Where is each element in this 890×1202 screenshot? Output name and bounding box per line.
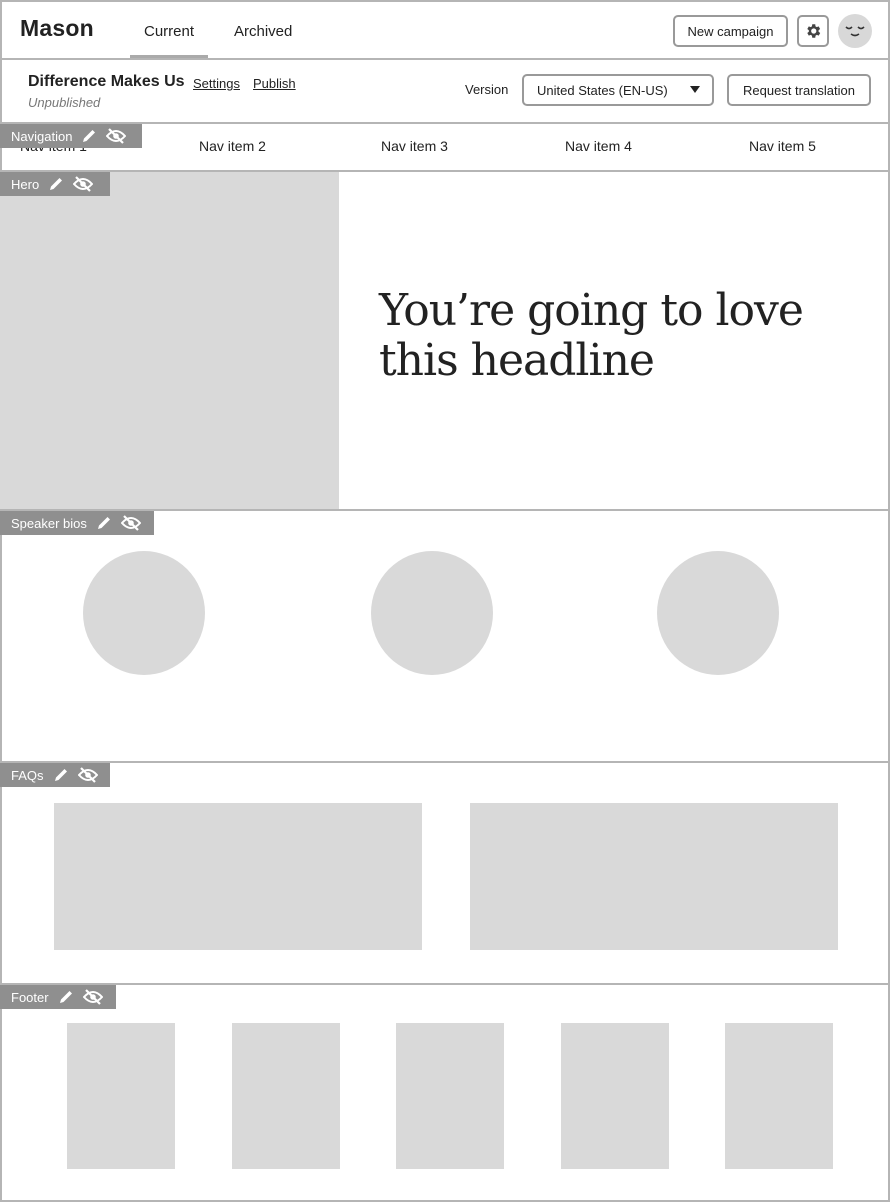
eye-off-icon[interactable] — [82, 989, 103, 1005]
eye-off-icon[interactable] — [120, 515, 141, 531]
user-avatar[interactable] — [838, 14, 872, 48]
eye-off-icon[interactable] — [106, 128, 127, 144]
nav-item-2[interactable]: Nav item 2 — [199, 138, 266, 154]
speaker-bio-placeholder — [371, 551, 493, 675]
hero-section: Hero You’re going to love this headline — [0, 172, 890, 511]
top-bar: Mason Current Archived New campaign — [0, 0, 890, 60]
gear-icon — [807, 24, 821, 38]
footer-column-placeholder — [67, 1023, 175, 1169]
pencil-icon[interactable] — [81, 128, 97, 144]
section-tag-label: Hero — [11, 176, 40, 192]
pencil-icon[interactable] — [53, 767, 69, 783]
section-tag-label: Footer — [11, 989, 49, 1005]
footer-column-placeholder — [396, 1023, 504, 1169]
section-tag-faqs: FAQs — [0, 763, 110, 787]
active-tab-indicator — [130, 55, 208, 58]
footer-column-placeholder — [561, 1023, 669, 1169]
nav-item-5[interactable]: Nav item 5 — [749, 138, 816, 154]
speaker-bio-placeholder — [657, 551, 779, 675]
campaign-bar: Difference Makes Us Settings Publish Unp… — [0, 60, 890, 124]
faq-placeholder — [470, 803, 838, 950]
tab-current[interactable]: Current — [144, 23, 194, 40]
section-tag-label: Navigation — [11, 128, 73, 144]
request-translation-button[interactable]: Request translation — [727, 74, 871, 106]
footer-column-placeholder — [232, 1023, 340, 1169]
nav-item-3[interactable]: Nav item 3 — [381, 138, 448, 154]
campaign-status: Unpublished — [28, 95, 101, 110]
caret-down-icon — [690, 86, 700, 93]
pencil-icon[interactable] — [48, 176, 64, 192]
section-tag-label: FAQs — [11, 767, 44, 783]
campaign-title: Difference Makes Us — [28, 73, 185, 90]
speaker-bio-placeholder — [83, 551, 205, 675]
speaker-bios-section: Speaker bios — [0, 511, 890, 763]
pencil-icon[interactable] — [58, 989, 74, 1005]
new-campaign-button[interactable]: New campaign — [673, 15, 788, 47]
version-select-value: United States (EN-US) — [537, 82, 668, 98]
section-tag-speaker-bios: Speaker bios — [0, 511, 154, 535]
settings-button[interactable] — [797, 15, 829, 47]
eye-off-icon[interactable] — [77, 767, 98, 783]
nav-item-4[interactable]: Nav item 4 — [565, 138, 632, 154]
faq-placeholder — [54, 803, 422, 950]
navigation-section: Navigation Nav item 1 Nav item 2 Nav ite… — [0, 124, 890, 172]
hero-image-placeholder — [0, 172, 339, 509]
footer-section: Footer — [0, 985, 890, 1202]
smiley-avatar-icon — [845, 26, 865, 37]
footer-column-placeholder — [725, 1023, 833, 1169]
section-tag-navigation: Navigation — [0, 124, 142, 148]
campaign-settings-link[interactable]: Settings — [193, 76, 240, 91]
section-tag-label: Speaker bios — [11, 515, 87, 531]
version-select[interactable]: United States (EN-US) — [522, 74, 714, 106]
section-tag-footer: Footer — [0, 985, 116, 1009]
section-tag-hero: Hero — [0, 172, 110, 196]
pencil-icon[interactable] — [96, 515, 112, 531]
hero-headline: You’re going to love this headline — [379, 285, 804, 386]
app-logo: Mason — [20, 15, 94, 41]
campaign-publish-link[interactable]: Publish — [253, 76, 296, 91]
faqs-section: FAQs — [0, 763, 890, 985]
version-label: Version — [465, 82, 509, 97]
eye-off-icon[interactable] — [73, 176, 94, 192]
tab-archived[interactable]: Archived — [234, 23, 292, 40]
